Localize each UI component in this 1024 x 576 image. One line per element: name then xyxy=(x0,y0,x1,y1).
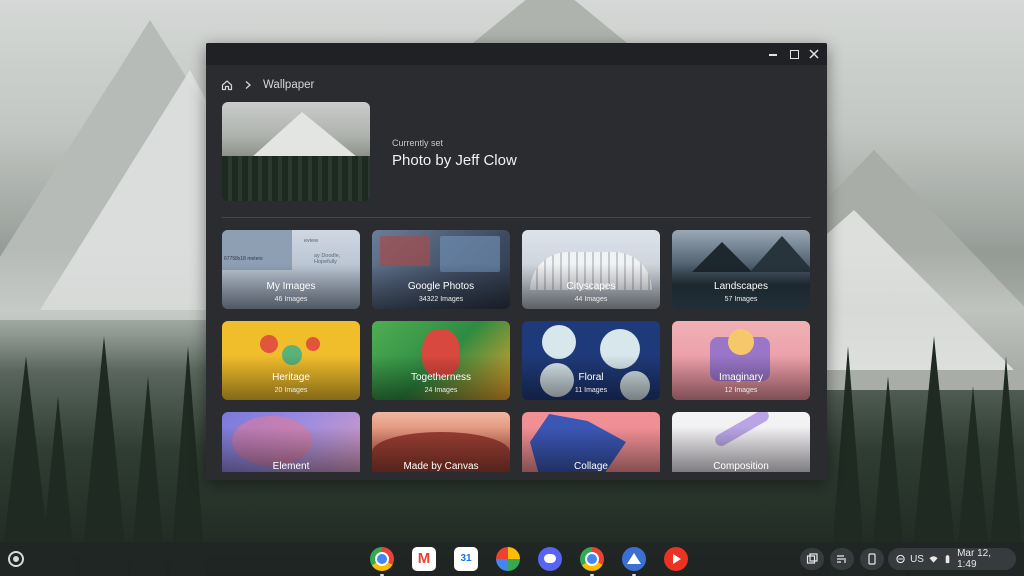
calendar-icon[interactable] xyxy=(454,547,478,571)
tote-icon xyxy=(806,553,818,564)
tile-overlay-text: 67758x18 meters xyxy=(224,256,263,262)
youtube-icon[interactable] xyxy=(664,547,688,571)
collection-landscapes[interactable]: Landscapes 57 Images xyxy=(672,230,810,309)
do-not-disturb-icon xyxy=(896,554,905,564)
collection-name: Heritage xyxy=(272,372,310,383)
media-queue-icon xyxy=(837,555,846,563)
collection-element[interactable]: Element xyxy=(222,412,360,472)
collection-count: 44 Images xyxy=(574,296,608,303)
collection-togetherness[interactable]: Togetherness 24 Images xyxy=(372,321,510,400)
current-wallpaper-thumbnail xyxy=(222,102,370,201)
tile-art xyxy=(380,236,430,266)
collection-collage[interactable]: Collage xyxy=(522,412,660,472)
wallpaper-app-window: Wallpaper Currently set Photo by Jeff Cl… xyxy=(206,43,827,480)
collection-name: My Images xyxy=(266,281,316,292)
collection-name: Imaginary xyxy=(719,372,763,383)
maximize-button[interactable] xyxy=(786,46,802,62)
collection-imaginary[interactable]: Imaginary 12 Images xyxy=(672,321,810,400)
clock: Mar 12, 1:49 xyxy=(957,548,991,570)
gmail-icon[interactable] xyxy=(412,547,436,571)
pinned-apps xyxy=(370,547,688,576)
collection-name: Made by Canvas xyxy=(403,461,479,472)
wallpaper-app-icon[interactable] xyxy=(622,547,646,576)
tile-art xyxy=(542,325,576,359)
collection-count: 24 Images xyxy=(424,387,458,394)
collection-name: Element xyxy=(272,461,310,472)
breadcrumb-section: Wallpaper xyxy=(263,79,315,91)
current-wallpaper-title: Photo by Jeff Clow xyxy=(392,152,517,169)
wifi-icon xyxy=(929,556,938,563)
collection-name: Floral xyxy=(578,372,604,383)
close-icon xyxy=(809,49,819,59)
media-controls-button[interactable] xyxy=(830,548,854,570)
tile-art xyxy=(728,329,754,355)
collection-name: Togetherness xyxy=(410,372,472,383)
divider xyxy=(222,217,811,218)
tree xyxy=(910,336,958,576)
collection-heritage[interactable]: Heritage 20 Images xyxy=(222,321,360,400)
collection-name: Composition xyxy=(713,461,769,472)
collection-name: Landscapes xyxy=(714,281,768,292)
tile-art xyxy=(260,335,278,353)
battery-icon xyxy=(945,554,950,564)
collection-count: 46 Images xyxy=(274,296,308,303)
tote-button[interactable] xyxy=(800,548,824,570)
collection-google-photos[interactable]: Google Photos 34322 Images xyxy=(372,230,510,309)
collection-made-by-canvas[interactable]: Made by Canvas xyxy=(372,412,510,472)
tile-overlay-text: eview xyxy=(304,238,319,244)
wallpaper-content: Wallpaper Currently set Photo by Jeff Cl… xyxy=(206,65,827,480)
photos-icon[interactable] xyxy=(496,547,520,571)
launcher-button[interactable] xyxy=(8,551,24,567)
discord-icon[interactable] xyxy=(538,547,562,571)
collection-cityscapes[interactable]: Cityscapes 44 Images xyxy=(522,230,660,309)
collection-count: 34322 Images xyxy=(418,296,464,303)
collection-my-images[interactable]: 67758x18 meters eview ay Doodle, Hopeful… xyxy=(222,230,360,309)
minimize-button[interactable] xyxy=(765,46,781,62)
collection-name: Collage xyxy=(574,461,608,472)
collection-name: Cityscapes xyxy=(566,281,616,292)
current-wallpaper: Currently set Photo by Jeff Clow xyxy=(222,102,812,207)
home-icon[interactable] xyxy=(221,79,233,91)
keyboard-layout: US xyxy=(910,553,924,565)
collection-count: 57 Images xyxy=(724,296,758,303)
phone-hub-button[interactable] xyxy=(860,548,884,570)
thumbnail-trees xyxy=(222,156,370,201)
window-titlebar[interactable] xyxy=(206,43,827,65)
collection-name: Google Photos xyxy=(407,281,475,292)
shelf: US Mar 12, 1:49 xyxy=(0,542,1024,576)
thumbnail-mountain xyxy=(252,112,357,157)
current-wallpaper-label: Currently set xyxy=(392,138,444,148)
breadcrumb: Wallpaper xyxy=(221,76,314,94)
status-area[interactable]: US Mar 12, 1:49 xyxy=(888,548,1016,570)
chrome-icon[interactable] xyxy=(370,547,394,576)
chevron-right-icon xyxy=(243,80,253,90)
tree xyxy=(80,336,128,576)
collection-floral[interactable]: Floral 11 Images xyxy=(522,321,660,400)
chrome-icon[interactable] xyxy=(580,547,604,576)
phone-icon xyxy=(868,553,876,565)
collection-count: 20 Images xyxy=(274,387,308,394)
collection-composition[interactable]: Composition xyxy=(672,412,810,472)
collection-count: 11 Images xyxy=(574,387,608,394)
tile-art xyxy=(306,337,320,351)
collection-count: 12 Images xyxy=(724,387,758,394)
close-button[interactable] xyxy=(806,46,822,62)
